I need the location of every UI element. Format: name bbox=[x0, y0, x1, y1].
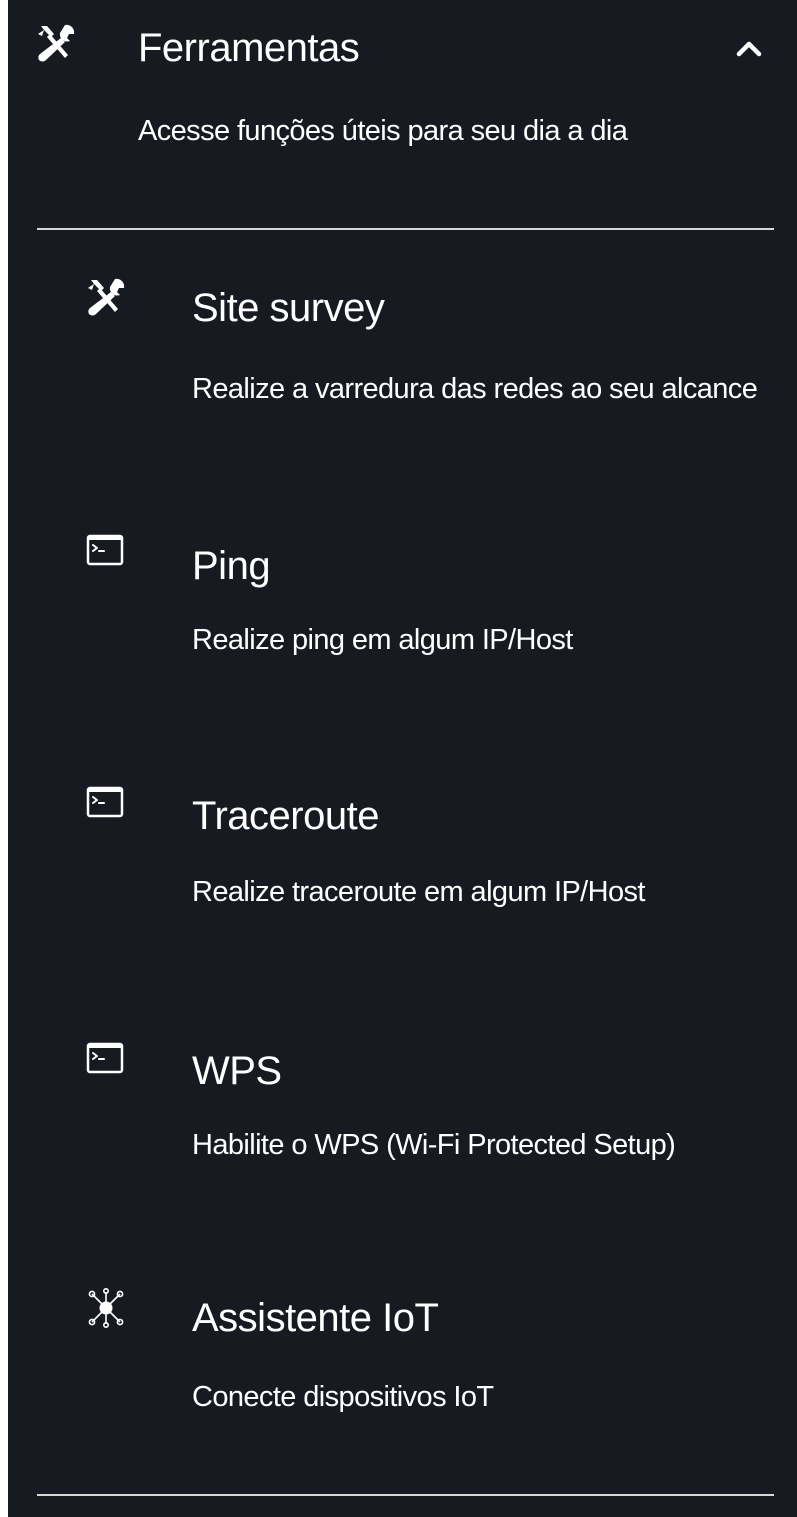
tool-item-description: Conecte dispositivos IoT bbox=[192, 1381, 494, 1413]
tool-item-title: WPS bbox=[192, 1049, 282, 1093]
bottom-divider bbox=[37, 1494, 774, 1496]
tool-item-description: Realize traceroute em algum IP/Host bbox=[192, 876, 645, 908]
tools-icon bbox=[38, 24, 75, 62]
tools-icon bbox=[88, 278, 125, 316]
terminal-icon bbox=[86, 1042, 124, 1074]
tool-item-description: Realize ping em algum IP/Host bbox=[192, 624, 573, 656]
network-hub-icon bbox=[88, 1287, 124, 1328]
tool-item-assistente-iot[interactable]: Assistente IoT Conecte dispositivos IoT bbox=[8, 1280, 797, 1460]
tool-item-wps[interactable]: WPS Habilite o WPS (Wi-Fi Protected Setu… bbox=[8, 1030, 797, 1210]
tool-item-title: Site survey bbox=[192, 286, 385, 330]
tool-item-ping[interactable]: Ping Realize ping em algum IP/Host bbox=[8, 522, 797, 702]
section-divider bbox=[37, 228, 774, 230]
tools-panel: Ferramentas Acesse funções úteis para se… bbox=[8, 0, 797, 1517]
tool-item-title: Assistente IoT bbox=[192, 1296, 439, 1340]
tool-item-traceroute[interactable]: Traceroute Realize traceroute em algum I… bbox=[8, 774, 797, 954]
section-title: Ferramentas bbox=[138, 26, 360, 70]
tool-item-description: Realize a varredura das redes ao seu alc… bbox=[192, 373, 758, 405]
tool-item-site-survey[interactable]: Site survey Realize a varredura das rede… bbox=[8, 270, 797, 470]
terminal-icon bbox=[86, 786, 124, 818]
terminal-icon bbox=[86, 534, 124, 566]
tool-item-description: Habilite o WPS (Wi-Fi Protected Setup) bbox=[192, 1129, 676, 1161]
tool-item-title: Ping bbox=[192, 544, 271, 588]
chevron-up-icon[interactable] bbox=[732, 32, 766, 62]
tools-section-header[interactable]: Ferramentas Acesse funções úteis para se… bbox=[8, 0, 797, 200]
section-description: Acesse funções úteis para seu dia a dia bbox=[138, 115, 628, 147]
tool-item-title: Traceroute bbox=[192, 794, 379, 838]
